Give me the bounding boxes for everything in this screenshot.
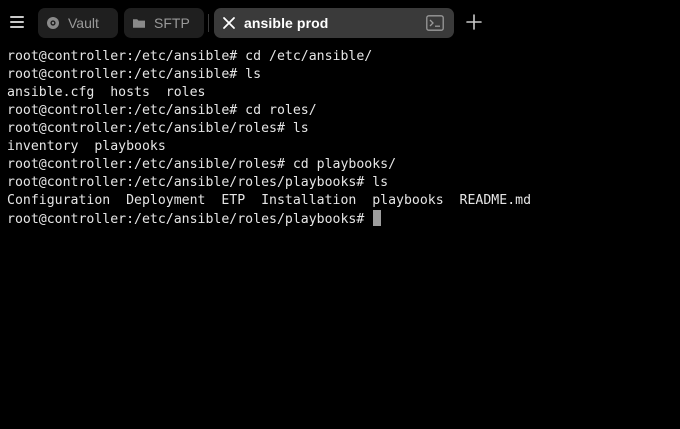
terminal-output[interactable]: root@controller:/etc/ansible# cd /etc/an… bbox=[0, 46, 680, 429]
plus-icon[interactable] bbox=[464, 12, 484, 32]
terminal-line: Configuration Deployment ETP Installatio… bbox=[7, 193, 532, 208]
terminal-line: root@controller:/etc/ansible# cd /etc/an… bbox=[7, 49, 373, 64]
terminal-line: root@controller:/etc/ansible/roles# ls bbox=[7, 121, 309, 136]
hamburger-menu-icon[interactable] bbox=[6, 11, 28, 33]
tab-ansible-prod-label: ansible prod bbox=[244, 15, 329, 31]
terminal-icon bbox=[426, 15, 444, 31]
tab-vault-label: Vault bbox=[68, 15, 99, 31]
terminal-line: root@controller:/etc/ansible/roles/playb… bbox=[7, 175, 389, 190]
tab-divider bbox=[208, 14, 209, 32]
terminal-prompt: root@controller:/etc/ansible/roles/playb… bbox=[7, 212, 373, 227]
tab-ansible-prod[interactable]: ansible prod bbox=[214, 8, 454, 38]
terminal-line: ansible.cfg hosts roles bbox=[7, 85, 206, 100]
terminal-line: root@controller:/etc/ansible# ls bbox=[7, 67, 262, 82]
terminal-app-window: Vault SFTP ansible prod root@controller:… bbox=[0, 0, 680, 429]
folder-icon bbox=[133, 19, 145, 28]
tab-sftp[interactable]: SFTP bbox=[124, 8, 204, 38]
terminal-line: root@controller:/etc/ansible/roles# cd p… bbox=[7, 157, 397, 172]
tab-vault[interactable]: Vault bbox=[38, 8, 118, 38]
vault-icon bbox=[47, 17, 59, 29]
tab-bar: Vault SFTP ansible prod bbox=[0, 0, 680, 46]
close-icon[interactable] bbox=[222, 16, 236, 30]
terminal-prompt-line: root@controller:/etc/ansible/roles/playb… bbox=[7, 210, 680, 228]
terminal-line: inventory playbooks bbox=[7, 139, 166, 154]
tab-sftp-label: SFTP bbox=[154, 15, 190, 31]
terminal-line: root@controller:/etc/ansible# cd roles/ bbox=[7, 103, 317, 118]
terminal-cursor bbox=[373, 210, 382, 226]
